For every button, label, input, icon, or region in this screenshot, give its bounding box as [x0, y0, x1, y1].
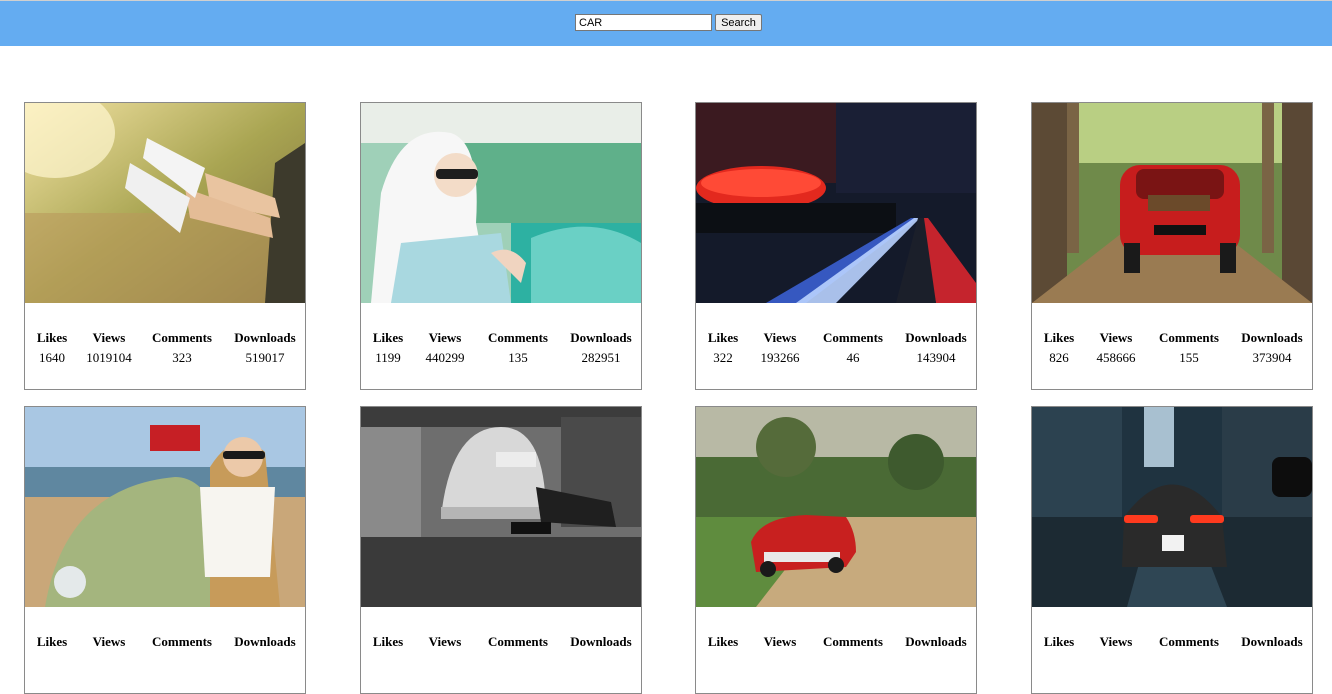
downloads-header: Downloads: [234, 634, 296, 649]
downloads-header: Downloads: [1241, 330, 1303, 345]
downloads-value: 373904: [1252, 350, 1292, 365]
likes-header: Likes: [1043, 634, 1075, 649]
views-header: Views: [92, 634, 126, 649]
image-card[interactable]: Likes Views Comments Downloads: [360, 406, 642, 694]
views-header: Views: [763, 330, 797, 345]
stats-table: Likes Views Comments Downloads 1199 4402…: [361, 328, 641, 368]
downloads-value: 519017: [245, 350, 285, 365]
search-input[interactable]: [575, 14, 712, 31]
image-thumbnail[interactable]: [361, 103, 641, 303]
downloads-header: Downloads: [570, 634, 632, 649]
comments-header: Comments: [1159, 634, 1219, 649]
likes-value: 1640: [39, 350, 65, 365]
image-thumbnail[interactable]: [1032, 103, 1312, 303]
views-value: 1019104: [86, 350, 132, 365]
views-header: Views: [428, 330, 462, 345]
comments-header: Comments: [823, 330, 883, 345]
comments-value: 323: [172, 350, 192, 365]
views-value: 193266: [760, 350, 800, 365]
comments-header: Comments: [1159, 330, 1219, 345]
views-header: Views: [428, 634, 462, 649]
image-card[interactable]: Likes Views Comments Downloads: [1031, 406, 1313, 694]
views-header: Views: [92, 330, 126, 345]
image-card[interactable]: Likes Views Comments Downloads: [695, 406, 977, 694]
comments-header: Comments: [488, 634, 548, 649]
likes-header: Likes: [1043, 330, 1075, 345]
comments-header: Comments: [488, 330, 548, 345]
stats-table: Likes Views Comments Downloads: [1032, 632, 1312, 652]
likes-value: 1199: [375, 350, 401, 365]
image-card[interactable]: Likes Views Comments Downloads 322 19326…: [695, 102, 977, 390]
downloads-header: Downloads: [905, 634, 967, 649]
comments-header: Comments: [152, 634, 212, 649]
search-bar: Search: [0, 0, 1332, 46]
comments-header: Comments: [152, 330, 212, 345]
image-card[interactable]: Likes Views Comments Downloads 1199 4402…: [360, 102, 642, 390]
likes-header: Likes: [36, 330, 68, 345]
likes-value: 322: [713, 350, 733, 365]
search-button[interactable]: Search: [715, 14, 762, 31]
views-value: 458666: [1096, 350, 1136, 365]
views-header: Views: [1099, 634, 1133, 649]
downloads-header: Downloads: [1241, 634, 1303, 649]
likes-header: Likes: [372, 634, 404, 649]
image-card[interactable]: Likes Views Comments Downloads 826 45866…: [1031, 102, 1313, 390]
downloads-header: Downloads: [234, 330, 296, 345]
likes-header: Likes: [707, 330, 739, 345]
comments-value: 155: [1179, 350, 1199, 365]
image-thumbnail[interactable]: [696, 103, 976, 303]
stats-table: Likes Views Comments Downloads 826 45866…: [1032, 328, 1312, 368]
likes-value: 826: [1049, 350, 1069, 365]
image-thumbnail[interactable]: [696, 407, 976, 607]
image-thumbnail[interactable]: [25, 103, 305, 303]
image-card[interactable]: Likes Views Comments Downloads: [24, 406, 306, 694]
likes-header: Likes: [707, 634, 739, 649]
views-header: Views: [1099, 330, 1133, 345]
image-thumbnail[interactable]: [25, 407, 305, 607]
stats-table: Likes Views Comments Downloads 1640 1019…: [25, 328, 305, 368]
likes-header: Likes: [372, 330, 404, 345]
likes-header: Likes: [36, 634, 68, 649]
downloads-value: 282951: [581, 350, 621, 365]
image-thumbnail[interactable]: [1032, 407, 1312, 607]
views-value: 440299: [425, 350, 465, 365]
stats-table: Likes Views Comments Downloads: [361, 632, 641, 652]
views-header: Views: [763, 634, 797, 649]
downloads-value: 143904: [916, 350, 956, 365]
comments-value: 135: [508, 350, 528, 365]
comments-header: Comments: [823, 634, 883, 649]
image-card[interactable]: Likes Views Comments Downloads 1640 1019…: [24, 102, 306, 390]
downloads-header: Downloads: [570, 330, 632, 345]
stats-table: Likes Views Comments Downloads: [25, 632, 305, 652]
downloads-header: Downloads: [905, 330, 967, 345]
stats-table: Likes Views Comments Downloads 322 19326…: [696, 328, 976, 368]
comments-value: 46: [846, 350, 860, 365]
stats-table: Likes Views Comments Downloads: [696, 632, 976, 652]
image-thumbnail[interactable]: [361, 407, 641, 607]
